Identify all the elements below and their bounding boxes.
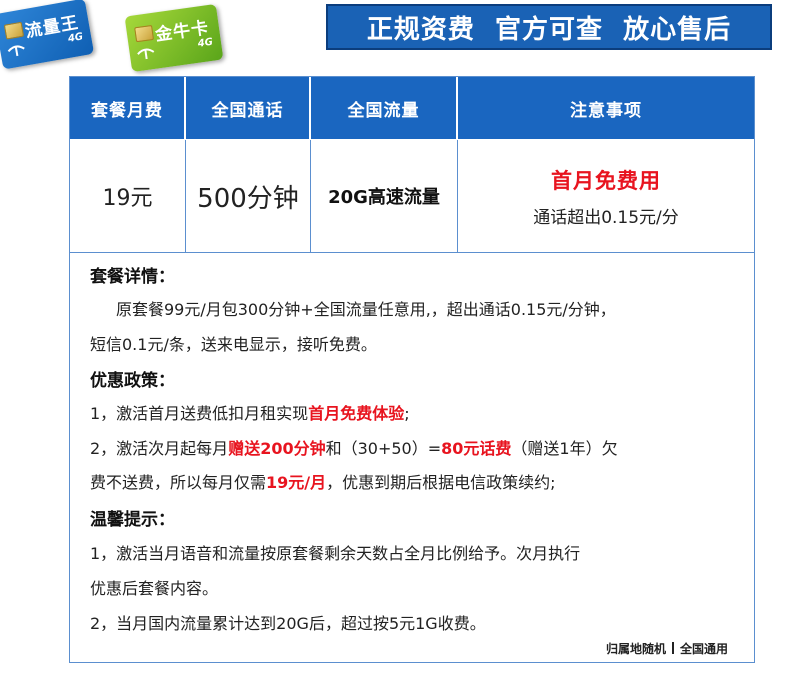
policy-item-1-highlight: 首月免费体验 [308, 404, 405, 423]
header-national-data: 全国流量 [311, 77, 458, 139]
details-line-1: 原套餐99元/月包300分钟+全国流量任意用,，超出通话0.15元/分钟， [116, 300, 616, 319]
footer-nationwide: 全国通用 [680, 642, 729, 656]
details-title: 套餐详情： [90, 267, 175, 287]
policy-item-2-line-1: 2，激活次月起每月赠送200分钟和（30+50）=80元话费（赠送1年）欠 [90, 435, 618, 459]
policy-item-2-text: 2，激活次月起每月 [90, 439, 229, 458]
card-4g-tag: 4G [67, 31, 85, 45]
policy-item-2-minutes-highlight: 赠送200分钟 [228, 439, 326, 458]
cell-national-data: 20G高速流量 [311, 140, 458, 253]
china-telecom-logo-icon [7, 45, 25, 57]
policy-item-1: 1，激活首月送费低扣月租实现首月免费体验; [90, 400, 410, 424]
details-line-2: 短信0.1元/条，送来电显示，接听免费。 [90, 335, 377, 354]
policy-item-2b-end: ，优惠到期后根据电信政策续约; [326, 473, 556, 492]
footer-tag: 归属地随机 全国通用 [606, 640, 728, 657]
sim-chip-icon [3, 21, 25, 40]
card-4g-tag: 4G [197, 36, 214, 50]
china-telecom-logo-icon [137, 48, 155, 60]
policy-item-2b-text: 费不送费，所以每月仅需 [90, 473, 267, 492]
first-month-free-note: 首月免费用 [551, 168, 661, 193]
data-value: 20G高速流量 [328, 187, 440, 208]
price-value: 19元 [102, 186, 153, 211]
header-notes: 注意事项 [458, 77, 754, 139]
overage-rate-note: 通话超出0.15元/分 [533, 207, 679, 228]
policy-title: 优惠政策： [90, 371, 175, 391]
policy-item-2-end: （赠送1年）欠 [511, 439, 618, 458]
tips-item-1-line-1: 1，激活当月语音和流量按原套餐剩余天数占全月比例给予。次月执行 [90, 544, 581, 563]
policy-item-1-end: ; [404, 404, 410, 423]
slogan-banner: 正规资费 官方可查 放心售后 [326, 4, 772, 50]
cell-national-calls: 500分钟 [186, 140, 311, 253]
header-monthly-fee: 套餐月费 [70, 77, 186, 139]
footer-random-region: 归属地随机 [606, 642, 667, 656]
slogan-text: 正规资费 官方可查 放心售后 [366, 14, 732, 45]
policy-item-1-text: 1，激活首月送费低扣月租实现 [90, 404, 309, 423]
tips-title: 温馨提示： [90, 510, 175, 530]
tips-item-2: 2，当月国内流量累计达到20G后，超过按5元1G收费。 [90, 614, 486, 633]
tips-item-1-line-2: 优惠后套餐内容。 [90, 579, 219, 598]
footer-separator [672, 642, 675, 654]
minutes-value: 500分钟 [197, 183, 299, 214]
policy-monthly-price-highlight: 19元/月 [266, 473, 327, 492]
header-national-calls: 全国通话 [186, 77, 311, 139]
policy-item-2-line-2: 费不送费，所以每月仅需19元/月，优惠到期后根据电信政策续约; [90, 469, 556, 493]
liuliangwang-card-badge: 流量王 4G [0, 0, 95, 70]
sim-chip-icon [134, 24, 155, 43]
cell-monthly-fee: 19元 [70, 140, 186, 253]
policy-item-2-mid: 和（30+50）= [325, 439, 442, 458]
jinniuka-card-badge: 金牛卡 4G [124, 3, 224, 73]
policy-item-2-credit-highlight: 80元话费 [441, 439, 512, 458]
cell-notes: 首月免费用 通话超出0.15元/分 [458, 140, 754, 253]
